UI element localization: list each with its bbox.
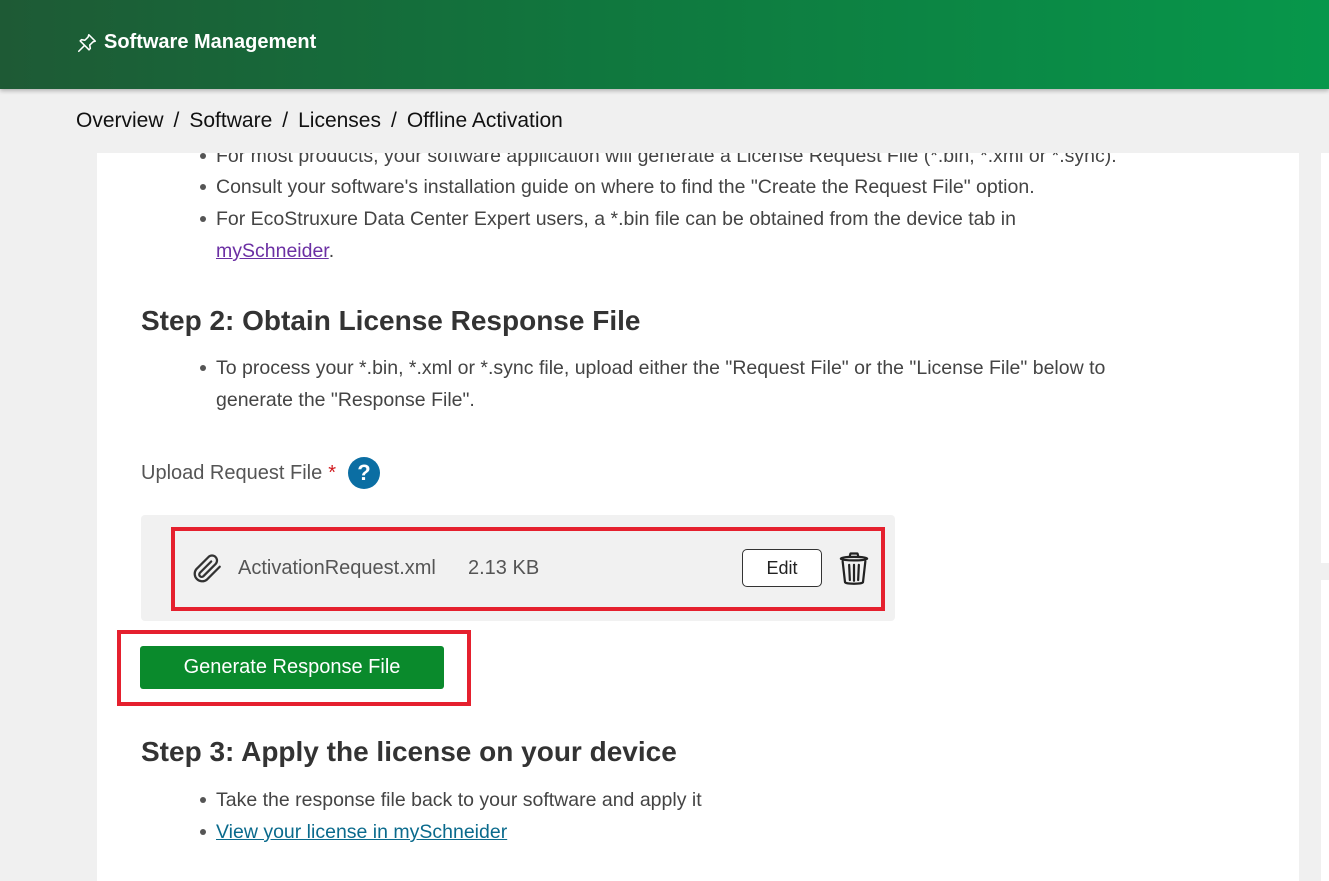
breadcrumb-licenses[interactable]: Licenses: [298, 109, 381, 133]
breadcrumb-separator: /: [173, 109, 180, 132]
list-item-text: generate the "Response File".: [216, 389, 475, 411]
side-panel-top: [1321, 153, 1329, 563]
list-item-text: Consult your software's installation gui…: [216, 176, 1035, 198]
breadcrumb-separator: /: [282, 109, 289, 132]
generate-response-file-button[interactable]: Generate Response File: [140, 646, 444, 689]
breadcrumb: Overview / Software / Licenses / Offline…: [76, 109, 563, 133]
app-header: Software Management: [0, 0, 1329, 89]
trash-icon[interactable]: [837, 551, 871, 587]
list-item-text: For EcoStruxure Data Center Expert users…: [216, 208, 1016, 230]
breadcrumb-software[interactable]: Software: [189, 109, 272, 133]
list-item: Take the response file back to your soft…: [200, 784, 1256, 816]
link-suffix: .: [328, 240, 335, 262]
list-item: Consult your software's installation gui…: [200, 171, 1256, 203]
breadcrumb-offline-activation: Offline Activation: [406, 109, 563, 132]
list-item-text: To process your *.bin, *.xml or *.sync f…: [216, 357, 1106, 379]
upload-label-text: Upload Request File: [141, 461, 323, 484]
edit-button[interactable]: Edit: [742, 549, 822, 587]
main-content: For most products, your software applica…: [97, 153, 1299, 881]
breadcrumb-separator: /: [390, 109, 397, 132]
breadcrumb-overview[interactable]: Overview: [76, 109, 164, 133]
list-item: View your license in mySchneider: [200, 816, 1256, 848]
list-item-text: For most products, your software applica…: [216, 153, 1117, 167]
paperclip-icon: [193, 554, 221, 583]
list-item: For most products, your software applica…: [200, 153, 1256, 172]
myschneider-link[interactable]: mySchneider: [216, 240, 329, 262]
step2-heading: Step 2: Obtain License Response File: [141, 305, 641, 336]
list-item-text: Take the response file back to your soft…: [216, 789, 702, 811]
side-panel-bottom: [1321, 580, 1329, 881]
list-item: For EcoStruxure Data Center Expert users…: [200, 203, 1256, 267]
header-title-group[interactable]: Software Management: [76, 31, 316, 54]
header-title: Software Management: [104, 31, 317, 53]
upload-request-label: Upload Request File * ?: [141, 457, 381, 489]
file-size: 2.13 KB: [468, 557, 540, 579]
help-icon[interactable]: ?: [348, 457, 381, 489]
help-glyph: ?: [357, 460, 371, 485]
pin-icon: [77, 33, 97, 52]
view-license-link[interactable]: View your license in mySchneider: [216, 821, 507, 843]
upload-dropzone[interactable]: ActivationRequest.xml 2.13 KB Edit: [141, 515, 895, 621]
step3-heading: Step 3: Apply the license on your device: [141, 736, 677, 767]
uploaded-file-row: ActivationRequest.xml 2.13 KB Edit: [171, 527, 885, 611]
list-item: To process your *.bin, *.xml or *.sync f…: [200, 352, 1256, 416]
file-name: ActivationRequest.xml: [238, 557, 436, 579]
required-marker: *: [328, 461, 337, 484]
